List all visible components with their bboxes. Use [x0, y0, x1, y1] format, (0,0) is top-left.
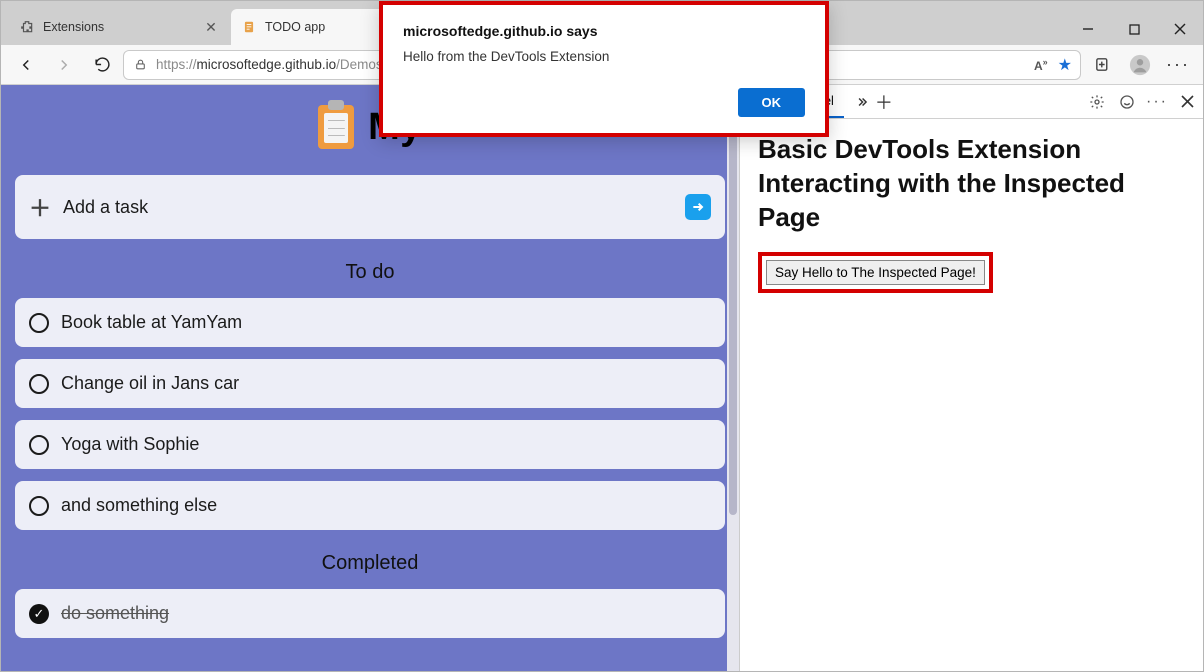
- list-item[interactable]: Book table at YamYam: [15, 298, 725, 347]
- add-tab-button[interactable]: ＋: [874, 92, 894, 112]
- tab-title: Extensions: [43, 20, 195, 34]
- close-icon[interactable]: ✕: [203, 19, 219, 35]
- content-area: My ＋ Add a task To do Book table at YamY…: [1, 85, 1203, 671]
- close-panel-button[interactable]: [1177, 92, 1197, 112]
- say-hello-button[interactable]: Say Hello to The Inspected Page!: [766, 260, 985, 285]
- devtools-body: Basic DevTools Extension Interacting wit…: [740, 119, 1203, 307]
- extensions-icon: [19, 19, 35, 35]
- radio-unchecked-icon[interactable]: [29, 374, 49, 394]
- tab-extensions[interactable]: Extensions ✕: [9, 9, 229, 45]
- more-tabs-icon[interactable]: [852, 92, 872, 112]
- page-pane: My ＋ Add a task To do Book table at YamY…: [1, 85, 739, 671]
- list-item[interactable]: Yoga with Sophie: [15, 420, 725, 469]
- list-item[interactable]: Change oil in Jans car: [15, 359, 725, 408]
- section-label-completed: Completed: [15, 542, 725, 589]
- refresh-button[interactable]: [85, 49, 119, 81]
- list-item[interactable]: and something else: [15, 481, 725, 530]
- section-label-todo: To do: [15, 251, 725, 298]
- task-text: Yoga with Sophie: [61, 434, 199, 455]
- submit-arrow-icon[interactable]: [685, 194, 711, 220]
- maximize-button[interactable]: [1111, 13, 1157, 45]
- collections-icon[interactable]: [1085, 49, 1119, 81]
- alert-title: microsoftedge.github.io says: [403, 23, 805, 39]
- browser-window: Extensions ✕ TODO app ✕ ＋: [0, 0, 1204, 672]
- alert-ok-button[interactable]: OK: [738, 88, 806, 117]
- devtools-pane: Sample Panel ＋ ···: [739, 85, 1203, 671]
- alert-message: Hello from the DevTools Extension: [403, 49, 805, 64]
- task-text: and something else: [61, 495, 217, 516]
- alert-dialog: microsoftedge.github.io says Hello from …: [379, 1, 829, 137]
- more-icon[interactable]: ···: [1147, 92, 1167, 112]
- check-circle-icon[interactable]: ✓: [29, 604, 49, 624]
- lock-icon: [132, 57, 148, 73]
- page-icon: [241, 19, 257, 35]
- gear-icon[interactable]: [1087, 92, 1107, 112]
- radio-unchecked-icon[interactable]: [29, 496, 49, 516]
- minimize-button[interactable]: [1065, 13, 1111, 45]
- favorite-icon[interactable]: ★: [1058, 55, 1072, 75]
- close-window-button[interactable]: [1157, 13, 1203, 45]
- list-item[interactable]: ✓ do something: [15, 589, 725, 638]
- add-task-card[interactable]: ＋ Add a task: [15, 175, 725, 239]
- task-text: do something: [61, 603, 169, 624]
- clipboard-icon: [318, 105, 354, 149]
- add-task-placeholder: Add a task: [63, 197, 148, 218]
- task-text: Book table at YamYam: [61, 312, 242, 333]
- plus-icon: ＋: [29, 191, 51, 223]
- back-button[interactable]: [9, 49, 43, 81]
- radio-unchecked-icon[interactable]: [29, 313, 49, 333]
- forward-button[interactable]: [47, 49, 81, 81]
- feedback-icon[interactable]: [1117, 92, 1137, 112]
- devtools-heading: Basic DevTools Extension Interacting wit…: [758, 133, 1185, 234]
- window-controls: [1065, 13, 1203, 45]
- read-aloud-icon[interactable]: A»: [1034, 57, 1048, 73]
- task-text: Change oil in Jans car: [61, 373, 239, 394]
- radio-unchecked-icon[interactable]: [29, 435, 49, 455]
- profile-icon[interactable]: [1123, 49, 1157, 81]
- scrollbar-thumb[interactable]: [729, 85, 737, 515]
- highlighted-button-wrap: Say Hello to The Inspected Page!: [758, 252, 993, 293]
- more-icon[interactable]: ···: [1161, 49, 1195, 81]
- scrollbar[interactable]: [727, 85, 739, 671]
